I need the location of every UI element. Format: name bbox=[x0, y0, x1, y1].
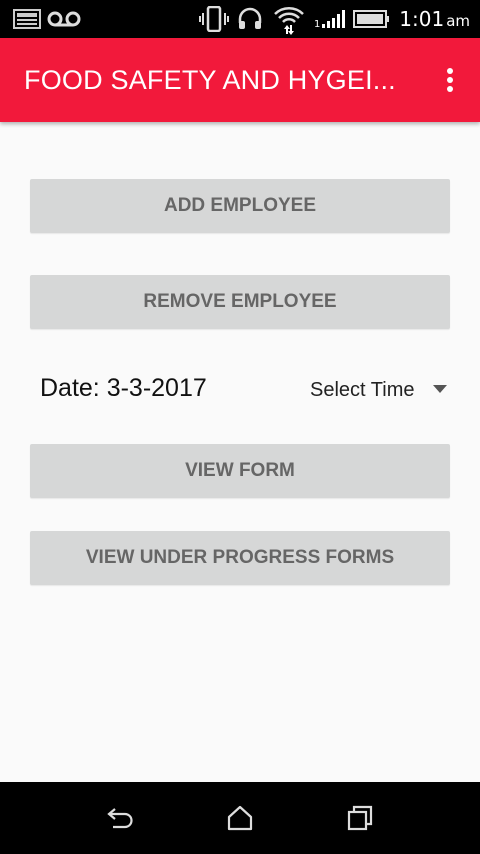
battery-icon bbox=[352, 0, 392, 38]
gallery-notification-icon bbox=[12, 0, 42, 38]
recent-apps-icon[interactable] bbox=[342, 800, 378, 836]
status-bar: 1 1:01 am bbox=[0, 0, 480, 38]
view-under-progress-forms-button[interactable]: VIEW UNDER PROGRESS FORMS bbox=[30, 531, 450, 585]
back-icon[interactable] bbox=[102, 800, 138, 836]
svg-text:1: 1 bbox=[314, 19, 320, 29]
date-label: Date: 3-3-2017 bbox=[40, 374, 207, 402]
headset-icon bbox=[236, 0, 264, 38]
dropdown-arrow-icon bbox=[433, 385, 447, 393]
home-icon[interactable] bbox=[222, 800, 258, 836]
remove-employee-button[interactable]: REMOVE EMPLOYEE bbox=[30, 275, 450, 329]
status-time-value: 1:01 bbox=[399, 7, 445, 31]
wifi-icon bbox=[272, 0, 306, 38]
view-form-button[interactable]: VIEW FORM bbox=[30, 444, 450, 498]
vibrate-icon bbox=[198, 0, 230, 38]
select-time-value: Select Time bbox=[310, 378, 415, 401]
app-bar: FOOD SAFETY AND HYGEI... bbox=[0, 38, 480, 122]
overflow-menu-icon[interactable] bbox=[436, 64, 464, 96]
app-title: FOOD SAFETY AND HYGEI... bbox=[24, 65, 396, 95]
signal-icon: 1 bbox=[314, 0, 348, 38]
add-employee-button[interactable]: ADD EMPLOYEE bbox=[30, 179, 450, 233]
voicemail-icon bbox=[46, 0, 82, 38]
status-time: 1:01 am bbox=[399, 0, 470, 38]
navigation-bar bbox=[0, 782, 480, 854]
select-time-spinner[interactable]: Select Time bbox=[310, 372, 450, 408]
status-time-ampm: am bbox=[446, 12, 470, 30]
